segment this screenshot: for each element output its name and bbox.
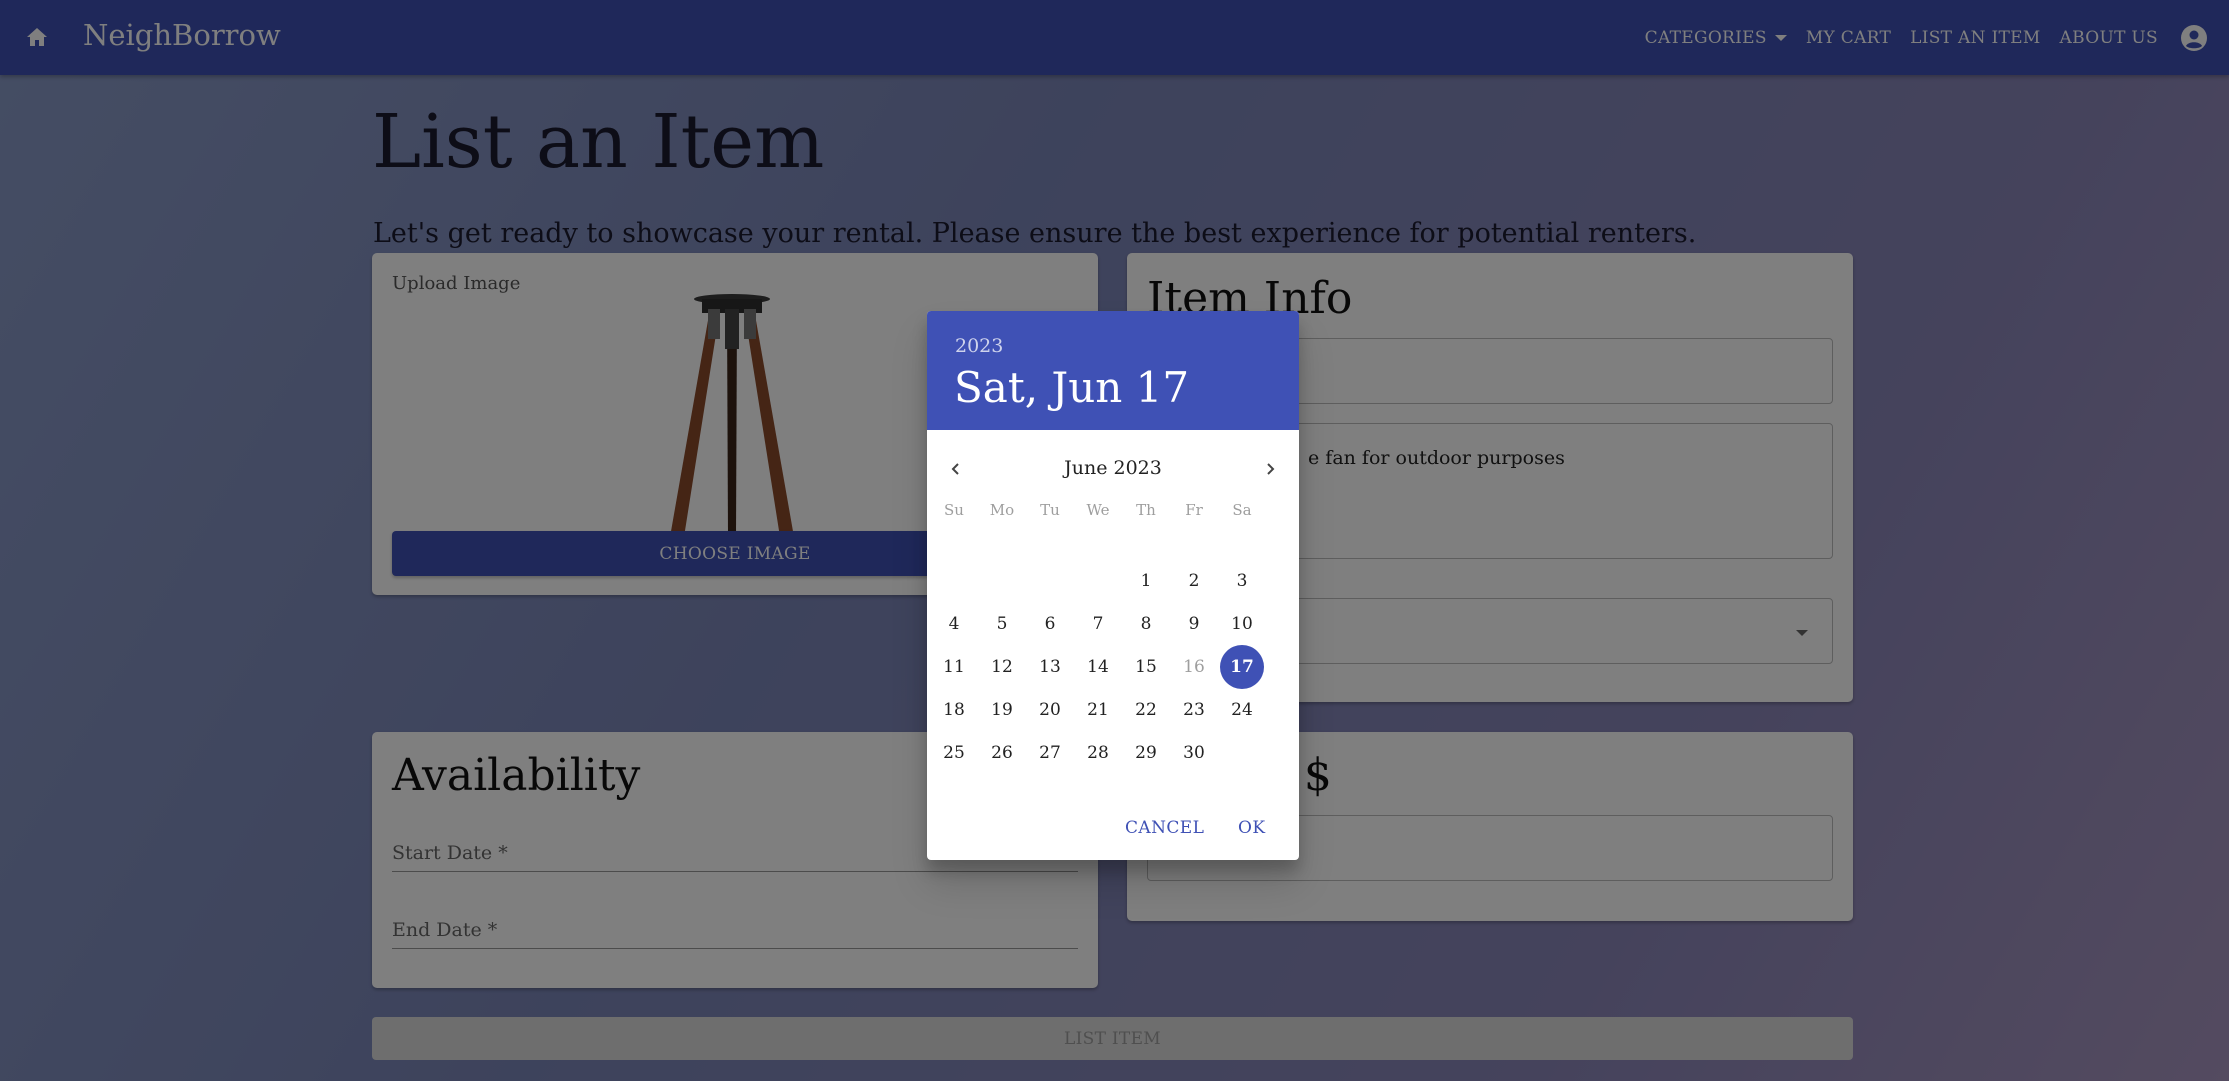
weekday-label: Th	[1136, 501, 1156, 519]
chevron-right-icon[interactable]	[1254, 453, 1286, 485]
calendar-day[interactable]: 9	[1172, 602, 1216, 646]
month-switcher: June 2023	[927, 451, 1299, 487]
dialog-actions: CANCEL OK	[927, 800, 1299, 860]
date-picker-header: 2023 Sat, Jun 17	[927, 311, 1299, 430]
date-picker-dialog: 2023 Sat, Jun 17 June 2023 Su Mo Tu We Th Fr S…	[927, 311, 1299, 860]
calendar-day[interactable]: 10	[1220, 602, 1264, 646]
calendar-day[interactable]: 8	[1124, 602, 1168, 646]
calendar-day[interactable]: 1	[1124, 559, 1168, 603]
calendar-day[interactable]: 29	[1124, 731, 1168, 775]
calendar-day[interactable]: 21	[1076, 688, 1120, 732]
ok-button[interactable]: OK	[1238, 818, 1265, 838]
calendar-day[interactable]: 16	[1172, 645, 1216, 689]
weekday-label: Su	[944, 501, 964, 519]
month-label: June 2023	[1064, 457, 1162, 479]
weekday-label: Tu	[1040, 501, 1060, 519]
calendar-day[interactable]: 28	[1076, 731, 1120, 775]
weekday-label: Sa	[1232, 501, 1252, 519]
weekday-header: Su Mo Tu We Th Fr Sa	[927, 501, 1299, 525]
weekday-label: We	[1086, 501, 1110, 519]
calendar-day[interactable]: 24	[1220, 688, 1264, 732]
date-picker-year[interactable]: 2023	[955, 335, 1003, 357]
calendar-day[interactable]: 5	[980, 602, 1024, 646]
calendar-day[interactable]: 14	[1076, 645, 1120, 689]
calendar-day-selected[interactable]: 17	[1220, 645, 1264, 689]
calendar-day[interactable]: 26	[980, 731, 1024, 775]
calendar-day[interactable]: 22	[1124, 688, 1168, 732]
date-picker-selected-date: Sat, Jun 17	[954, 363, 1190, 412]
calendar-day[interactable]: 20	[1028, 688, 1072, 732]
calendar-day[interactable]: 6	[1028, 602, 1072, 646]
calendar-day[interactable]: 27	[1028, 731, 1072, 775]
calendar-day[interactable]: 3	[1220, 559, 1264, 603]
calendar-day[interactable]: 4	[932, 602, 976, 646]
calendar-day[interactable]: 12	[980, 645, 1024, 689]
calendar-day[interactable]: 11	[932, 645, 976, 689]
calendar-day[interactable]: 13	[1028, 645, 1072, 689]
calendar-day[interactable]: 30	[1172, 731, 1216, 775]
calendar-day[interactable]: 18	[932, 688, 976, 732]
calendar-day[interactable]: 7	[1076, 602, 1120, 646]
calendar-day[interactable]: 15	[1124, 645, 1168, 689]
cancel-button[interactable]: CANCEL	[1125, 818, 1204, 838]
calendar-day[interactable]: 23	[1172, 688, 1216, 732]
calendar-day[interactable]: 2	[1172, 559, 1216, 603]
weekday-label: Mo	[989, 501, 1015, 519]
weekday-label: Fr	[1185, 501, 1203, 519]
calendar-day[interactable]: 25	[932, 731, 976, 775]
calendar-day[interactable]: 19	[980, 688, 1024, 732]
